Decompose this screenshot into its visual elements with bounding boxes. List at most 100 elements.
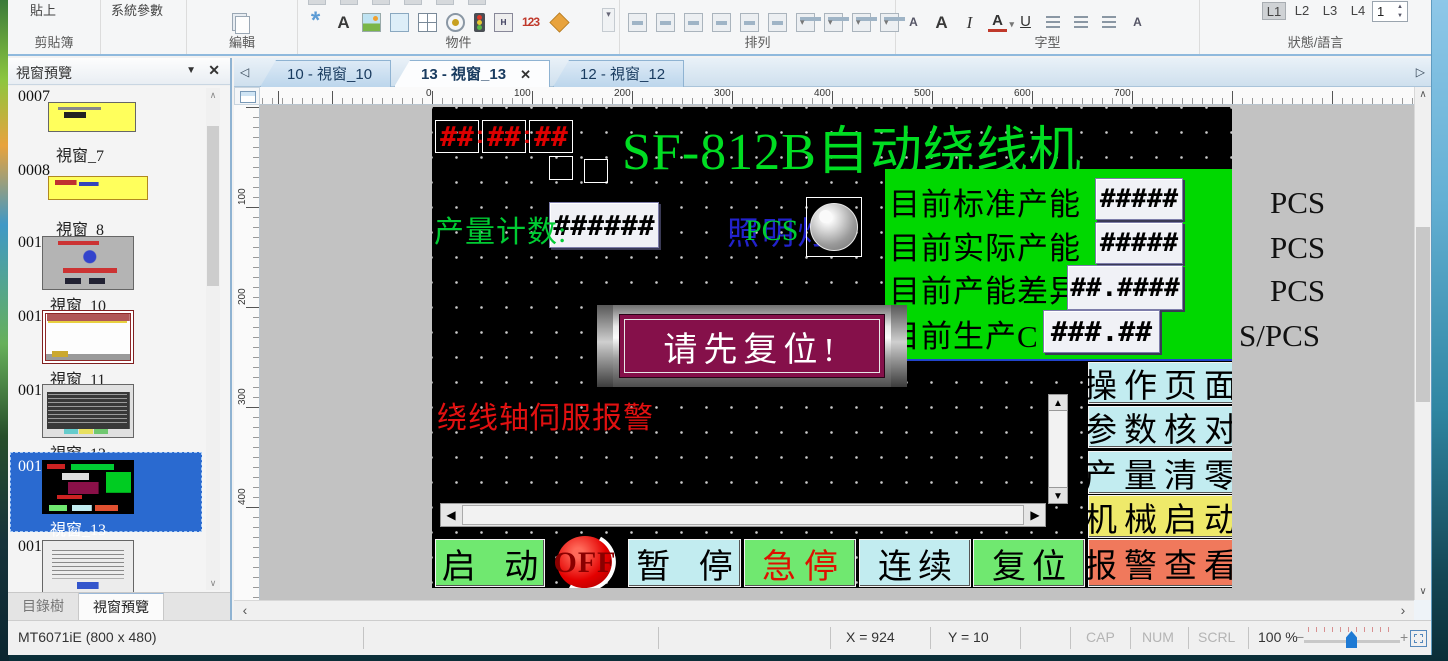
numeric-tool-icon[interactable]: 123 [522,13,541,32]
state-button-l4[interactable]: L4 [1346,2,1370,20]
production-count-unit[interactable]: PCS [745,214,798,248]
tab-directory-tree[interactable]: 目錄樹 [8,593,79,620]
actual-capacity-field[interactable]: ##### [1095,222,1183,264]
hmi-screen[interactable]: ## : ## : ## SF-812B自动绕线机 产量计数: ###### P… [432,107,1232,588]
tab-close-icon[interactable]: ✕ [520,67,531,82]
capacity-diff-unit[interactable]: PCS [1270,273,1325,309]
font-shrink-icon[interactable]: A [904,13,923,32]
flip-icon[interactable] [824,13,843,32]
clock-hours-object[interactable]: ## [435,120,479,153]
canvas-vertical-scrollbar[interactable]: ∧ ∨ [1414,87,1431,600]
alarm-view-button[interactable]: 报警查看 [1088,539,1232,587]
window-name[interactable]: 視窗_13 [50,516,106,540]
underline-icon[interactable]: U [1016,13,1035,32]
italic-icon[interactable]: I [960,13,979,32]
scroll-down-icon[interactable]: ▼ [1048,487,1068,504]
sidebar-scrollbar-thumb[interactable] [207,126,219,286]
capacity-diff-label[interactable]: 目前产能差异 [889,266,1081,311]
small-bit-lamp-object[interactable] [584,159,608,183]
align-center-text-icon[interactable] [1072,13,1091,32]
panel-close-icon[interactable]: ✕ [208,62,220,79]
font-color-icon[interactable]: A [988,13,1007,32]
clock-minutes-object[interactable]: ## [482,120,526,153]
standard-capacity-field[interactable]: ##### [1095,178,1183,220]
indicator-tool-icon[interactable] [474,13,485,32]
object-overflow-button[interactable]: ▾ [602,8,615,32]
paste-button[interactable]: 貼上 [30,0,56,19]
state-spinner-arrows[interactable]: ▲▼ [1394,2,1406,21]
sidebar-scrollbar[interactable]: ∧ ∨ [206,88,220,590]
workspace[interactable]: ## : ## : ## SF-812B自动绕线机 产量计数: ###### P… [260,105,1414,600]
canvas-vscroll-thumb[interactable] [1416,227,1430,402]
actual-capacity-unit[interactable]: PCS [1270,230,1325,266]
package-tool-icon[interactable] [549,12,569,32]
clear-output-button[interactable]: 产量清零 [1088,451,1232,494]
tab-window-10[interactable]: 10 - 視窗_10 [260,60,391,87]
tab-scroll-right-icon[interactable]: ▷ [1416,65,1425,79]
zoom-out-button[interactable]: − [1296,629,1304,645]
window-thumbnail[interactable] [42,236,134,290]
picture-tool-icon[interactable] [362,13,381,32]
state-button-l3[interactable]: L3 [1318,2,1342,20]
scroll-left-icon[interactable]: ◀ [441,504,461,526]
state-button-l1[interactable]: L1 [1262,2,1286,20]
canvas-horizontal-scrollbar[interactable]: ‹ › [234,600,1414,620]
tab-window-preview[interactable]: 視窗預覽 [79,593,164,620]
alarm-text[interactable]: 绕线轴伺服报警 [437,393,654,437]
clock-seconds-object[interactable]: ## [529,120,573,153]
panel-collapse-icon[interactable]: ▼ [186,65,196,76]
cycle-time-field[interactable]: ###.## [1043,310,1160,353]
alarm-horizontal-scrollbar[interactable]: ◀ ▶ [440,503,1046,527]
machine-start-button[interactable]: 机械启动 [1088,495,1232,538]
lighting-knob-button[interactable] [806,197,862,257]
cycle-time-unit[interactable]: S/PCS [1239,318,1320,354]
window-thumbnail[interactable] [48,176,148,200]
align-left-icon[interactable] [1044,13,1063,32]
window-thumbnail[interactable] [42,540,134,592]
grid-tool-icon[interactable] [418,13,437,32]
state-spinner[interactable]: 1 ▲▼ [1372,1,1408,22]
operation-page-button[interactable]: 操作页面 [1088,362,1232,404]
same-height-icon[interactable] [712,13,731,32]
font-grow-icon[interactable]: A [932,13,951,32]
continue-button[interactable]: 连续 [859,539,971,587]
scroll-up-icon[interactable]: ∧ [1415,87,1431,103]
word-lamp-tool-icon[interactable]: H [494,13,513,32]
scroll-right-icon[interactable]: › [1394,601,1412,621]
state-button-l2[interactable]: L2 [1290,2,1314,20]
start-button[interactable]: 启 动 [435,539,545,587]
text-tool-icon[interactable]: A [334,13,353,32]
ruler-corner-button[interactable] [234,87,260,105]
small-bit-lamp-object[interactable] [549,156,573,180]
window-thumbnail[interactable] [42,460,134,514]
window-thumbnail[interactable] [42,384,134,438]
nudge-icon[interactable] [768,13,787,32]
rectangle-tool-icon[interactable] [390,13,409,32]
scroll-up-icon[interactable]: ▲ [1048,394,1068,411]
production-count-label[interactable]: 产量计数: [434,207,567,251]
scroll-right-icon[interactable]: ▶ [1025,504,1045,526]
system-params-button[interactable]: 系統參數 [111,0,163,19]
tab-window-12[interactable]: 12 - 視窗_12 [553,60,684,87]
parameter-check-button[interactable]: 参数核对 [1088,406,1232,448]
distribute-icon[interactable] [656,13,675,32]
burst-tool-icon[interactable]: * [306,13,325,32]
lamp-tool-icon[interactable] [446,13,465,32]
off-lamp-button[interactable]: OFF [545,536,625,588]
same-width-icon[interactable] [684,13,703,32]
capacity-diff-field[interactable]: ##.#### [1067,265,1183,310]
group-icon[interactable] [852,13,871,32]
scroll-up-icon[interactable]: ∧ [206,88,220,102]
window-thumbnail[interactable] [42,310,134,364]
align-right-icon[interactable] [1100,13,1119,32]
layer-icon[interactable] [796,13,815,32]
message-display-bezel[interactable]: 请先复位! [597,305,907,387]
alarm-vertical-scrollbar[interactable]: ▲ ▼ [1048,394,1068,504]
standard-capacity-unit[interactable]: PCS [1270,185,1325,221]
zoom-in-button[interactable]: + [1400,629,1408,645]
pause-button[interactable]: 暂 停 [628,539,741,587]
alarm-scrollbar-thumb[interactable] [462,505,1024,525]
reset-button[interactable]: 复位 [973,539,1085,587]
zoom-slider-handle[interactable] [1346,631,1357,648]
fit-to-window-icon[interactable] [1410,630,1427,647]
